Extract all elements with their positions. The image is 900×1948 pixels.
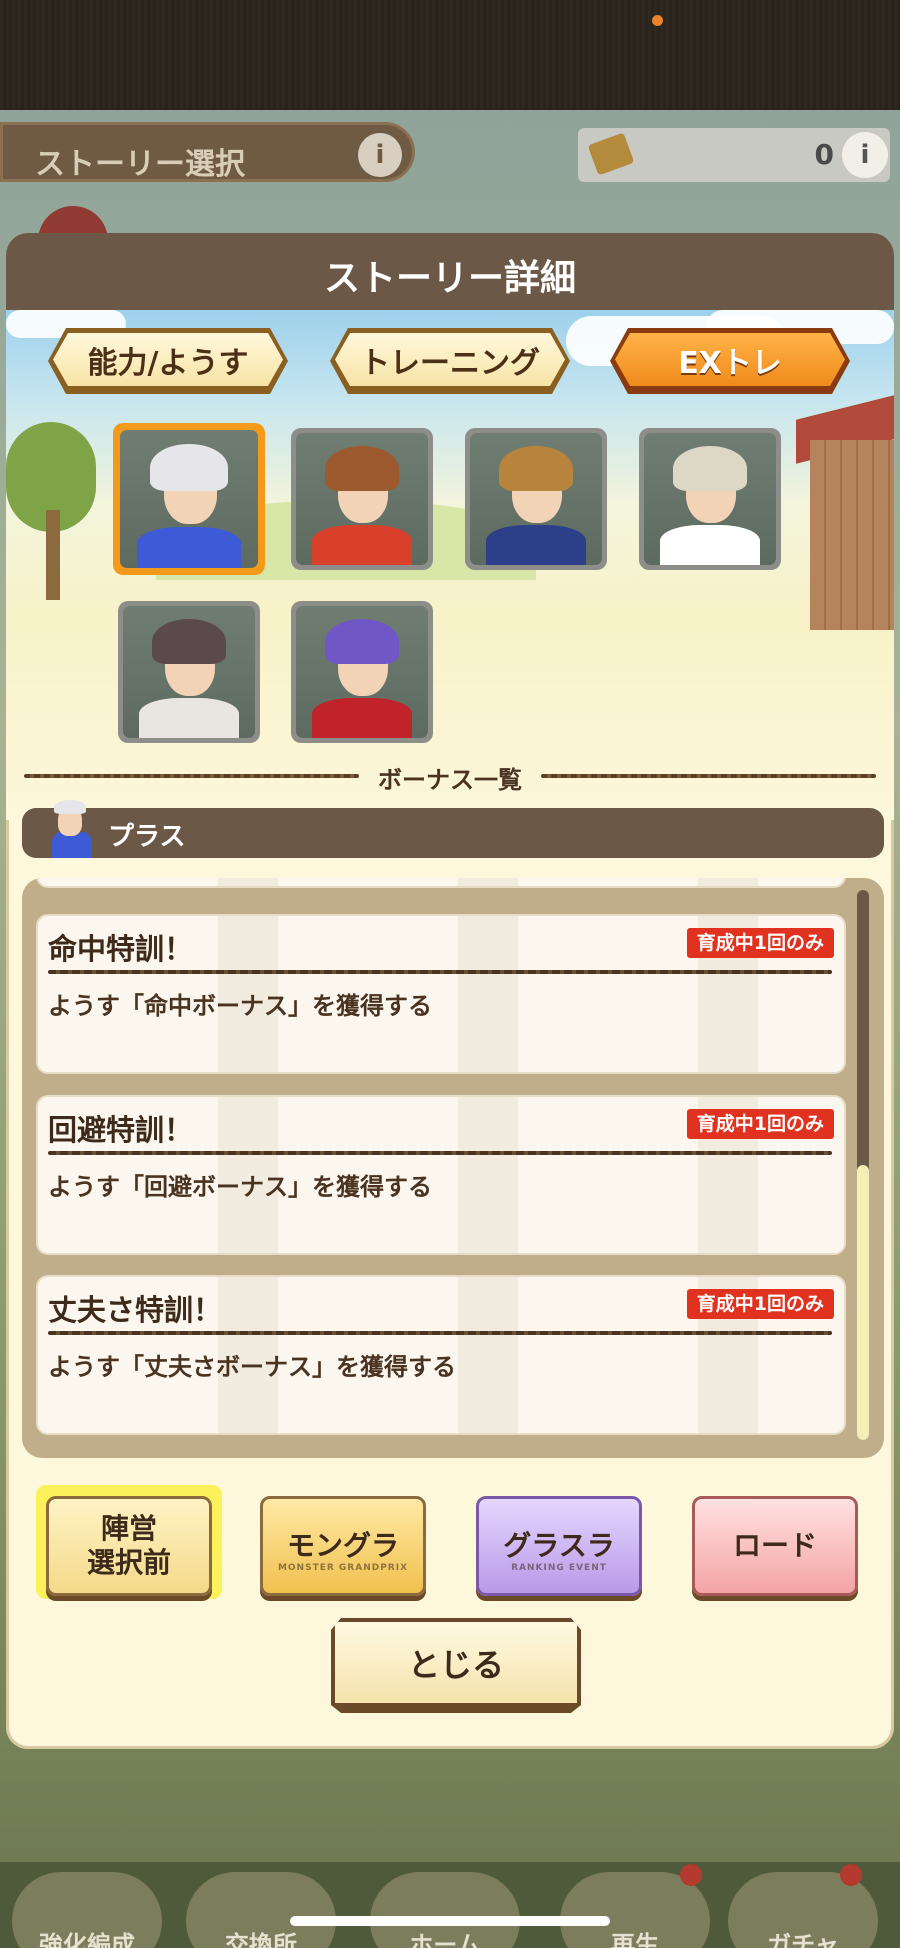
faction-label-line2: 選択前 [86, 1546, 171, 1579]
scrollbar-track[interactable] [857, 890, 869, 1440]
card-divider [48, 970, 832, 974]
bg-nav-notification-badge [680, 1864, 702, 1886]
faction-button-mongura[interactable]: モングラ MONSTER GRANDPRIX [260, 1496, 426, 1596]
portrait-hair [325, 446, 399, 492]
portrait-image [296, 606, 428, 738]
faction-button-road[interactable]: ロード [692, 1496, 858, 1596]
tab-label: 能力/ようす [53, 333, 283, 386]
tab-training[interactable]: トレーニング [330, 328, 570, 394]
portrait-image [470, 433, 602, 565]
story-detail-modal: ストーリー詳細 能力/ようす トレーニング EXトレ ボーナス一覧 プラス 命中… [6, 233, 894, 1749]
bonus-card: 回避特訓！ 育成中1回のみ ようす「回避ボーナス」を獲得する [36, 1095, 846, 1255]
bg-story-select-header: ストーリー選択 i [0, 122, 415, 182]
bg-nav-enhance: 強化編成 [12, 1872, 162, 1948]
barn-decoration [810, 440, 894, 630]
tab-ex-training[interactable]: EXトレ [610, 328, 850, 394]
bg-header-label: ストーリー選択 [35, 147, 245, 182]
close-button-label: とじる [335, 1622, 577, 1703]
bg-nav-label: ガチャ [767, 1931, 839, 1948]
faction-label-line1: 陣営 [100, 1512, 157, 1545]
faction-label: 陣営 選択前 [87, 1512, 171, 1580]
portrait-body [138, 698, 240, 738]
portrait-hair [325, 619, 399, 665]
modal-title: ストーリー詳細 [323, 258, 576, 299]
home-indicator[interactable] [290, 1916, 610, 1926]
portrait-hair [150, 443, 228, 491]
selected-character-avatar [44, 796, 96, 858]
bonus-description: ようす「丈夫さボーナス」を獲得する [48, 1353, 456, 1381]
selected-character-bar: プラス [22, 800, 884, 858]
character-portrait-2[interactable] [291, 428, 433, 570]
portrait-body [311, 698, 413, 738]
faction-button-unselected[interactable]: 陣営 選択前 [46, 1496, 212, 1596]
bonus-list[interactable]: 命中特訓！ 育成中1回のみ ようす「命中ボーナス」を獲得する 回避特訓！ 育成中… [22, 878, 884, 1458]
faction-label: ロード [732, 1529, 817, 1562]
bonus-title: 回避特訓！ [48, 1113, 194, 1147]
bg-nav-exchange: 交換所 [186, 1872, 336, 1948]
portrait-hair [152, 619, 226, 665]
close-button[interactable]: とじる [331, 1618, 581, 1713]
bonus-title: 丈夫さ特訓！ [48, 1293, 223, 1327]
character-portrait-4[interactable] [639, 428, 781, 570]
bg-nav-home: ホーム [370, 1872, 520, 1948]
bg-currency-panel: 0 i [578, 128, 890, 182]
portrait-body [485, 525, 587, 565]
portrait-image [296, 433, 428, 565]
bonus-description: ようす「命中ボーナス」を獲得する [48, 992, 432, 1020]
bg-info-icon: i [358, 133, 402, 177]
ticket-icon [587, 132, 635, 176]
faction-sublabel: RANKING EVENT [511, 1563, 607, 1573]
card-divider [48, 1331, 832, 1335]
bg-nav-label: 強化編成 [39, 1931, 135, 1948]
bg-currency-info-icon: i [842, 132, 888, 178]
bg-nav-label: 交換所 [225, 1931, 297, 1948]
modal-title-bar: ストーリー詳細 [6, 233, 894, 310]
character-portrait-3[interactable] [465, 428, 607, 570]
portrait-hair [499, 446, 573, 492]
portrait-image [644, 433, 776, 565]
portrait-image [123, 606, 255, 738]
portrait-body [311, 525, 413, 565]
portrait-image [120, 430, 258, 568]
bonus-card-partial [36, 878, 846, 888]
bonus-section-divider: ボーナス一覧 [24, 760, 876, 794]
bg-nav-notification-badge [840, 1864, 862, 1886]
tab-ability-status[interactable]: 能力/ようす [48, 328, 288, 394]
portrait-hair [673, 446, 747, 492]
bg-nav-label: ホーム [409, 1931, 481, 1948]
faction-sublabel: MONSTER GRANDPRIX [277, 1563, 409, 1573]
tab-label: トレーニング [335, 333, 565, 386]
faction-button-gurasura[interactable]: グラスラ RANKING EVENT [476, 1496, 642, 1596]
tree-trunk-decoration [46, 510, 60, 600]
divider-line [541, 774, 876, 778]
bg-nav-label: 再生 [611, 1931, 659, 1948]
status-bar [0, 0, 900, 110]
portrait-body [659, 525, 761, 565]
status-indicator-dot [652, 15, 663, 26]
bonus-description: ようす「回避ボーナス」を獲得する [48, 1173, 432, 1201]
portrait-body [136, 526, 242, 568]
tab-label: EXトレ [615, 333, 845, 386]
once-per-training-badge: 育成中1回のみ [686, 928, 834, 958]
once-per-training-badge: 育成中1回のみ [686, 1289, 834, 1319]
once-per-training-badge: 育成中1回のみ [686, 1109, 834, 1139]
character-portrait-plus[interactable] [113, 423, 265, 575]
bonus-card: 丈夫さ特訓！ 育成中1回のみ ようす「丈夫さボーナス」を獲得する [36, 1275, 846, 1435]
selected-character-name: プラス [108, 822, 186, 852]
card-divider [48, 1151, 832, 1155]
bg-currency-value: 0 [814, 138, 834, 171]
character-portrait-5[interactable] [118, 601, 260, 743]
scrollbar-thumb[interactable] [857, 1165, 869, 1440]
bonus-title: 命中特訓！ [48, 932, 194, 966]
bonus-card: 命中特訓！ 育成中1回のみ ようす「命中ボーナス」を獲得する [36, 914, 846, 1074]
bg-bottom-nav: 強化編成 交換所 ホーム 再生 ガチャ [0, 1862, 900, 1948]
character-portrait-6[interactable] [291, 601, 433, 743]
bonus-list-viewport: 命中特訓！ 育成中1回のみ ようす「命中ボーナス」を獲得する 回避特訓！ 育成中… [36, 878, 846, 1448]
avatar-hair [54, 800, 86, 814]
